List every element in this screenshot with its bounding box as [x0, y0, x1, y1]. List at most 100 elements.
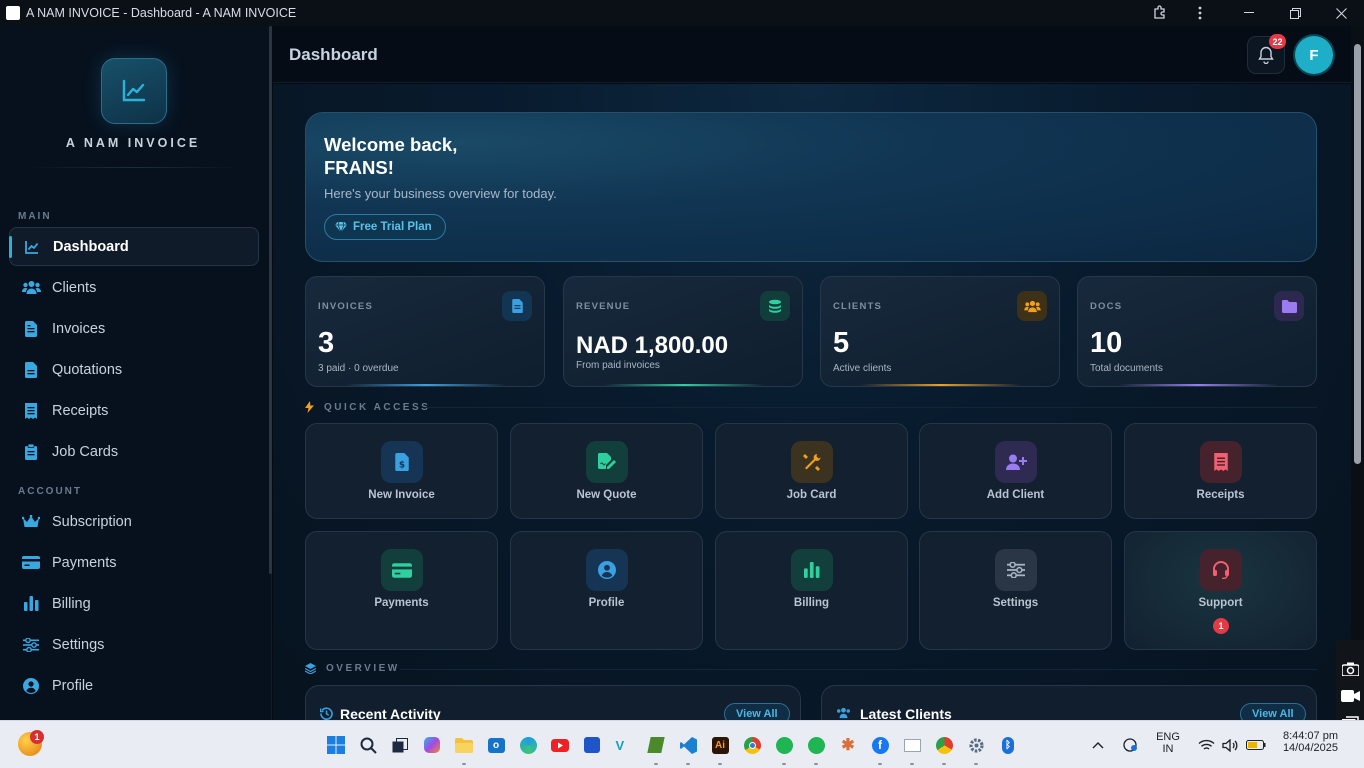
edge-icon[interactable]	[518, 735, 538, 755]
stat-accent-line	[346, 384, 506, 386]
battery-icon[interactable]	[1246, 735, 1266, 755]
top-header: Dashboard 22 F	[273, 26, 1351, 83]
sidebar-item-invoices[interactable]: Invoices	[9, 309, 259, 348]
file-invoice-icon	[502, 291, 532, 321]
whatsapp-icon[interactable]	[774, 735, 794, 755]
quick-add-client[interactable]: Add Client	[919, 423, 1112, 519]
vscode-icon[interactable]	[678, 735, 698, 755]
quick-profile[interactable]: Profile	[510, 531, 703, 650]
page-title: Dashboard	[289, 45, 378, 64]
recent-activity-panel: Recent Activity View All	[305, 685, 801, 720]
quick-new-invoice[interactable]: $ New Invoice	[305, 423, 498, 519]
quick-label: Billing	[793, 597, 830, 609]
language-indicator[interactable]: ENG IN	[1152, 731, 1184, 755]
stat-sub: From paid invoices	[576, 360, 660, 371]
restore-button[interactable]	[1272, 0, 1318, 26]
scrollbar-thumb[interactable]	[1354, 44, 1361, 464]
app-icon-green[interactable]	[646, 735, 666, 755]
brand-logo[interactable]	[101, 58, 167, 124]
chrome-icon[interactable]	[742, 735, 762, 755]
bar-chart-icon	[791, 549, 833, 591]
stat-card-docs[interactable]: DOCS 10 Total documents	[1077, 276, 1317, 387]
welcome-name: FRANS!	[324, 157, 394, 178]
chevron-up-icon[interactable]	[1088, 735, 1108, 755]
user-circle-icon	[586, 549, 628, 591]
whatsapp-business-icon[interactable]	[806, 735, 826, 755]
youtube-icon[interactable]	[550, 735, 570, 755]
sidebar-item-job-cards[interactable]: Job Cards	[9, 432, 259, 471]
quick-label: Receipts	[1196, 489, 1245, 501]
sidebar-item-profile[interactable]: Profile	[9, 666, 259, 705]
app-icon-vb[interactable]: V	[614, 735, 634, 755]
sidebar-item-billing[interactable]: Billing	[9, 584, 259, 623]
latest-clients-panel: Latest Clients View All	[821, 685, 1317, 720]
quick-settings[interactable]: Settings	[919, 531, 1112, 650]
app-icon-blue[interactable]	[582, 735, 602, 755]
stat-label: CLIENTS	[833, 301, 883, 312]
quick-label: Support	[1198, 597, 1243, 609]
quick-label: Job Card	[786, 489, 837, 501]
outlook-icon[interactable]: o	[486, 735, 506, 755]
facebook-icon[interactable]: f	[870, 735, 890, 755]
volume-icon[interactable]	[1220, 735, 1240, 755]
close-button[interactable]	[1318, 0, 1364, 26]
more-options-icon[interactable]	[1177, 0, 1223, 26]
file-explorer-icon[interactable]	[454, 735, 474, 755]
stat-card-clients[interactable]: CLIENTS 5 Active clients	[820, 276, 1060, 387]
sidebar-item-quotations[interactable]: Quotations	[9, 350, 259, 389]
quick-payments[interactable]: Payments	[305, 531, 498, 650]
stat-card-invoices[interactable]: INVOICES 3 3 paid · 0 overdue	[305, 276, 545, 387]
region-code: IN	[1162, 743, 1174, 755]
view-all-activity-button[interactable]: View All	[724, 703, 790, 720]
sidebar-item-clients[interactable]: Clients	[9, 268, 259, 307]
bluetooth-icon[interactable]: ᛒ	[998, 735, 1018, 755]
crown-icon	[21, 512, 41, 532]
file-invoice-dollar-icon: $	[381, 441, 423, 483]
claude-icon[interactable]: ✱	[838, 735, 858, 755]
quick-billing[interactable]: Billing	[715, 531, 908, 650]
running-indicator	[654, 763, 658, 765]
sidebar-item-label: Profile	[52, 677, 94, 694]
stat-card-revenue[interactable]: REVENUE NAD 1,800.00 From paid invoices	[563, 276, 803, 387]
view-all-clients-button[interactable]: View All	[1240, 703, 1306, 720]
sidebar-item-label: Dashboard	[53, 238, 129, 255]
illustrator-icon[interactable]: Ai	[710, 735, 730, 755]
running-indicator	[686, 763, 690, 765]
settings-app-icon[interactable]	[966, 735, 986, 755]
sidebar-item-payments[interactable]: Payments	[9, 543, 259, 582]
sidebar-item-label: Settings	[52, 636, 105, 653]
sidebar-item-subscription[interactable]: Subscription	[9, 502, 259, 541]
panel-title: Latest Clients	[860, 706, 952, 720]
sidebar-item-dashboard[interactable]: Dashboard	[9, 227, 259, 266]
clock[interactable]: 8:44:07 pm 14/04/2025	[1278, 730, 1338, 754]
stat-label: INVOICES	[318, 301, 373, 312]
plan-badge[interactable]: Free Trial Plan	[324, 214, 446, 240]
stat-accent-line	[1118, 384, 1278, 386]
task-view-icon[interactable]	[390, 735, 410, 755]
avatar[interactable]: F	[1295, 36, 1333, 74]
quick-receipts[interactable]: Receipts	[1124, 423, 1317, 519]
quick-job-card[interactable]: Job Card	[715, 423, 908, 519]
gem-icon	[335, 222, 347, 232]
copilot-icon[interactable]	[422, 735, 442, 755]
window-title: A NAM INVOICE - Dashboard - A NAM INVOIC…	[26, 6, 297, 20]
main-scrollbar[interactable]	[1351, 26, 1364, 720]
app-icon-invoice[interactable]	[902, 735, 922, 755]
minimize-button[interactable]	[1226, 0, 1272, 26]
stat-value: NAD 1,800.00	[576, 332, 729, 359]
video-icon[interactable]	[1341, 690, 1360, 702]
sidebar-item-settings[interactable]: Settings	[9, 625, 259, 664]
windows-start-icon[interactable]	[326, 735, 346, 755]
clock-time: 8:44:07 pm	[1282, 730, 1338, 742]
onedrive-icon[interactable]	[1120, 735, 1140, 755]
wifi-icon[interactable]	[1196, 735, 1216, 755]
sidebar-scrollbar[interactable]	[269, 26, 272, 574]
quick-support[interactable]: Support 1	[1124, 531, 1317, 650]
chrome-profile-icon[interactable]	[934, 735, 954, 755]
search-icon[interactable]	[358, 735, 378, 755]
sidebar-item-receipts[interactable]: Receipts	[9, 391, 259, 430]
camera-icon[interactable]	[1342, 662, 1359, 676]
section-label-account: ACCOUNT	[18, 486, 82, 497]
quick-access-label: QUICK ACCESS	[324, 401, 431, 413]
quick-new-quote[interactable]: New Quote	[510, 423, 703, 519]
